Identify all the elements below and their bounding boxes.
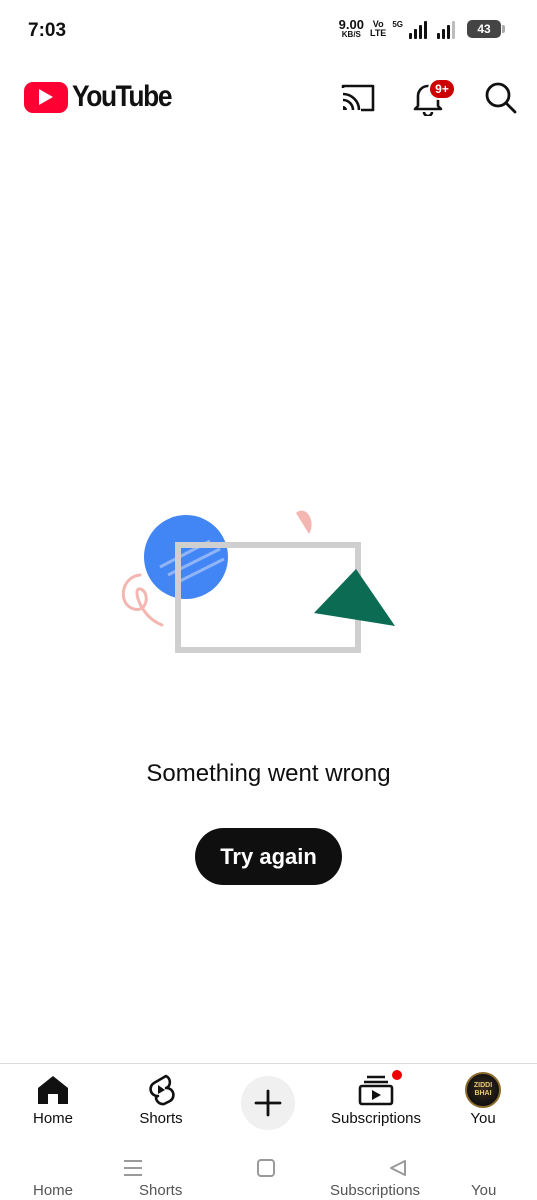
nav-shorts-label: Shorts	[139, 1110, 183, 1127]
search-icon	[485, 82, 517, 114]
avatar: ZIDDI BHAI	[465, 1072, 501, 1108]
illustration-blue-circle	[144, 515, 228, 599]
nav-home[interactable]: Home	[0, 1072, 108, 1127]
menu-icon	[124, 1160, 142, 1176]
try-again-button[interactable]: Try again	[195, 828, 342, 885]
subscriptions-icon	[358, 1075, 394, 1106]
nav-shorts[interactable]: Shorts	[106, 1072, 216, 1127]
volte-indicator: Vo LTE	[369, 19, 387, 38]
nav-subscriptions-label: Subscriptions	[330, 1110, 422, 1127]
youtube-logo[interactable]: YouTube	[24, 80, 185, 114]
recents-button[interactable]	[118, 1153, 148, 1183]
shorts-icon	[149, 1074, 175, 1106]
ghost-label-you: You	[471, 1182, 497, 1199]
status-icons: 9.00 KB/S Vo LTE 5G 43	[339, 18, 505, 39]
status-time: 7:03	[28, 20, 67, 41]
back-triangle-icon	[390, 1160, 406, 1176]
battery-icon: 43	[467, 19, 505, 38]
app-bar: YouTube 9+	[0, 70, 537, 126]
avatar-text-line1: ZIDDI	[473, 1082, 493, 1090]
avatar-text-line2: BHAI	[474, 1090, 492, 1097]
cast-button[interactable]	[338, 78, 378, 118]
plus-icon	[254, 1089, 282, 1117]
nav-subscriptions[interactable]: Subscriptions	[321, 1070, 431, 1127]
search-button[interactable]	[481, 78, 521, 118]
network-speed-unit: KB/S	[341, 30, 361, 39]
nav-home-label: Home	[32, 1110, 73, 1127]
signal-icon-sim1	[409, 19, 427, 39]
back-button[interactable]	[383, 1153, 413, 1183]
signal-icon-sim2	[437, 19, 455, 39]
nav-you-label: You	[470, 1110, 496, 1127]
error-message: Something went wrong	[146, 760, 391, 787]
cast-icon	[341, 84, 375, 112]
network-speed: 9.00 KB/S	[339, 18, 364, 39]
new-content-dot	[392, 1070, 402, 1080]
create-button[interactable]	[241, 1076, 295, 1130]
error-illustration	[121, 510, 395, 653]
system-navigation-bar	[0, 1141, 537, 1196]
nav-you[interactable]: ZIDDI BHAI You	[428, 1072, 537, 1127]
ghost-label-subscriptions: Subscriptions	[330, 1182, 421, 1199]
logo-text: YouTube	[72, 80, 173, 113]
bottom-navigation: Home Shorts Subscriptions ZIDDI BHAI You	[0, 1063, 537, 1141]
status-bar: 7:03 9.00 KB/S Vo LTE 5G 43	[0, 0, 537, 60]
ghost-label-home: Home	[33, 1182, 74, 1199]
home-system-button[interactable]	[251, 1153, 281, 1183]
volte-bottom: LTE	[369, 27, 387, 38]
illustration-green-triangle	[314, 569, 395, 626]
ghost-label-shorts: Shorts	[139, 1182, 183, 1199]
battery-level: 43	[477, 21, 491, 36]
illustration-pink-semicircle	[296, 510, 312, 534]
notification-badge: 9+	[428, 78, 456, 100]
square-icon	[257, 1159, 275, 1177]
network-type: 5G	[392, 20, 403, 29]
home-icon	[38, 1076, 68, 1104]
youtube-play-icon	[24, 81, 68, 113]
